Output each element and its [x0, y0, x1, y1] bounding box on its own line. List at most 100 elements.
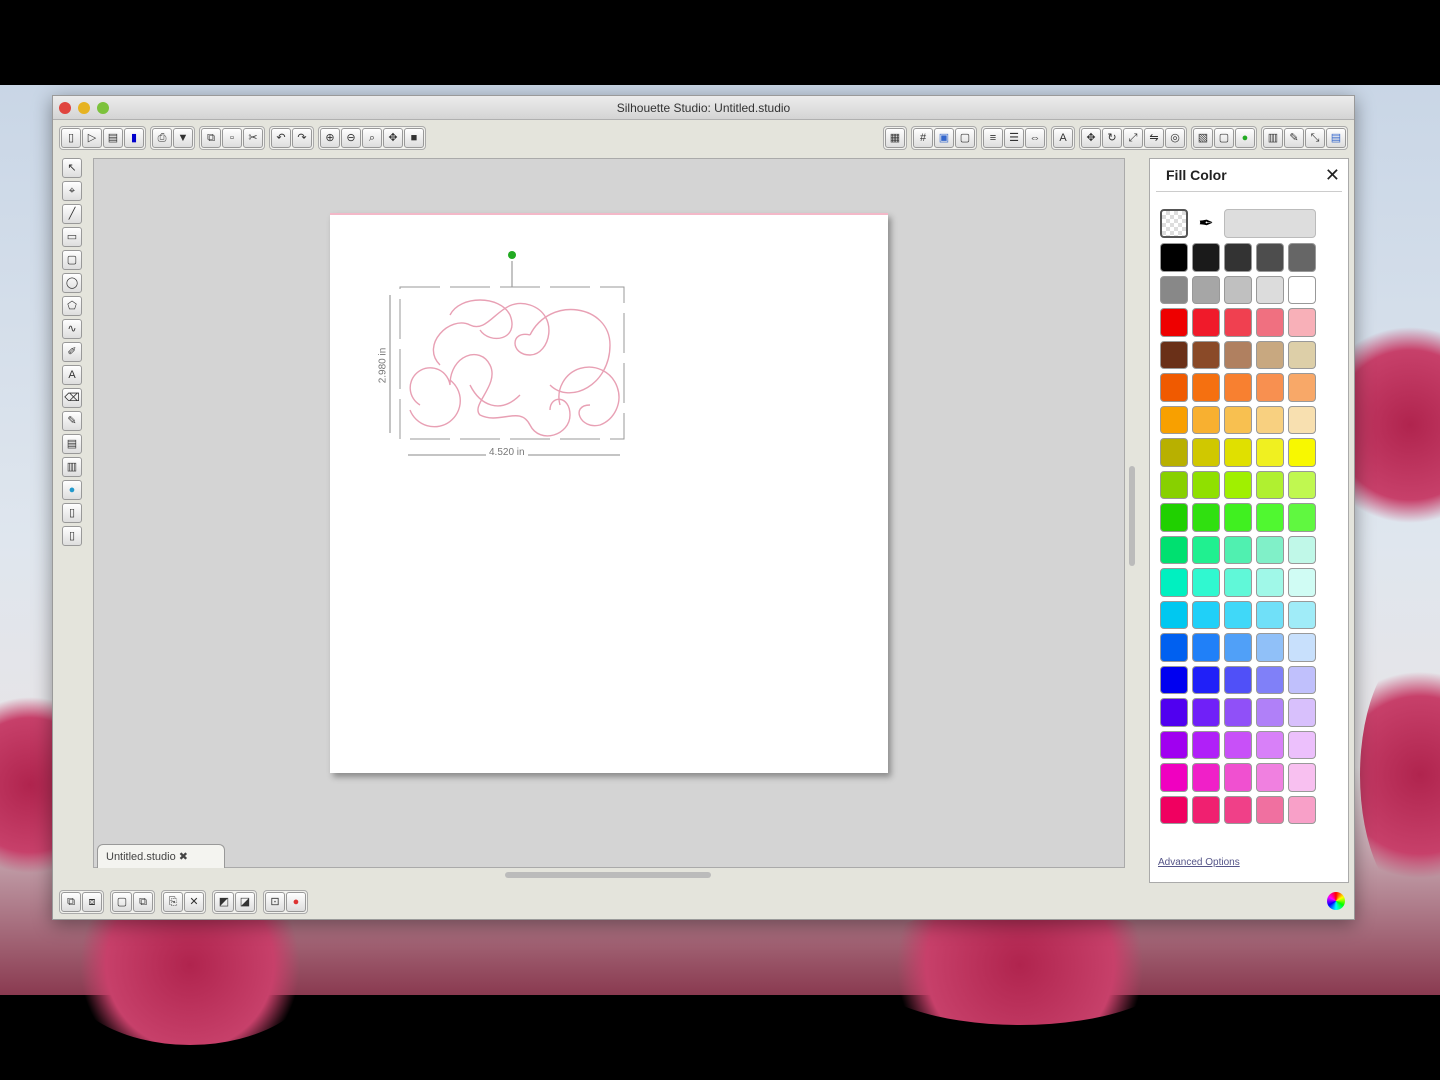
- color-swatch[interactable]: [1160, 730, 1188, 759]
- bring-front-icon[interactable]: ◩: [214, 892, 234, 912]
- color-swatch[interactable]: [1288, 373, 1316, 402]
- color-swatch[interactable]: [1192, 470, 1220, 499]
- zoom-out-icon[interactable]: ⊖: [341, 128, 361, 148]
- page-settings-icon[interactable]: ▦: [885, 128, 905, 148]
- color-swatch[interactable]: [1160, 405, 1188, 434]
- color-swatch[interactable]: [1160, 795, 1188, 824]
- color-swatch[interactable]: [1192, 633, 1220, 662]
- color-swatch[interactable]: [1256, 373, 1284, 402]
- color-swatch[interactable]: [1224, 373, 1252, 402]
- color-swatch[interactable]: [1288, 600, 1316, 629]
- save-as-icon[interactable]: ▮: [124, 128, 144, 148]
- color-swatch[interactable]: [1224, 470, 1252, 499]
- color-swatch[interactable]: [1160, 373, 1188, 402]
- delete-icon[interactable]: ✕: [184, 892, 204, 912]
- color-swatch[interactable]: [1256, 340, 1284, 369]
- rectangle-tool-icon[interactable]: ▭: [62, 227, 82, 247]
- mirror-icon[interactable]: ⇋: [1144, 128, 1164, 148]
- ungroup-icon[interactable]: ⧈: [82, 892, 102, 912]
- color-swatch[interactable]: [1288, 470, 1316, 499]
- send-back-icon[interactable]: ◪: [235, 892, 255, 912]
- group-icon[interactable]: ⧉: [61, 892, 81, 912]
- color-swatch[interactable]: [1192, 438, 1220, 467]
- color-swatch[interactable]: [1288, 730, 1316, 759]
- copy-icon[interactable]: ⧉: [201, 128, 221, 148]
- color-swatch[interactable]: [1160, 633, 1188, 662]
- fill-icon[interactable]: ▣: [934, 128, 954, 148]
- color-swatch[interactable]: [1192, 730, 1220, 759]
- color-swatch[interactable]: [1160, 763, 1188, 792]
- color-swatch[interactable]: [1288, 568, 1316, 597]
- cut-icon[interactable]: ✂: [243, 128, 263, 148]
- color-swatch[interactable]: [1288, 698, 1316, 727]
- color-swatch[interactable]: [1192, 763, 1220, 792]
- grid-icon[interactable]: #: [913, 128, 933, 148]
- eraser-tool-icon[interactable]: ⌫: [62, 388, 82, 408]
- color-swatch[interactable]: [1192, 665, 1220, 694]
- color-swatch[interactable]: [1256, 438, 1284, 467]
- color-swatch[interactable]: [1160, 568, 1188, 597]
- color-swatch[interactable]: [1160, 340, 1188, 369]
- align-icon[interactable]: ≡: [983, 128, 1003, 148]
- pen-icon[interactable]: ✎: [1284, 128, 1304, 148]
- color-swatch[interactable]: [1160, 243, 1188, 272]
- color-swatch[interactable]: [1224, 763, 1252, 792]
- select-tool-icon[interactable]: ↖: [62, 158, 82, 178]
- color-swatch[interactable]: [1224, 503, 1252, 532]
- offset-icon[interactable]: ◎: [1165, 128, 1185, 148]
- horizontal-scrollbar[interactable]: [505, 872, 711, 878]
- color-swatch[interactable]: [1288, 340, 1316, 369]
- color-swatch[interactable]: [1288, 308, 1316, 337]
- color-swatch[interactable]: [1160, 600, 1188, 629]
- color-swatch[interactable]: [1256, 243, 1284, 272]
- color-swatch[interactable]: [1192, 405, 1220, 434]
- color-swatch[interactable]: [1288, 438, 1316, 467]
- line-tool-icon[interactable]: ╱: [62, 204, 82, 224]
- panel-close-icon[interactable]: ✕: [1325, 165, 1340, 186]
- color-swatch[interactable]: [1256, 795, 1284, 824]
- color-swatch[interactable]: [1192, 568, 1220, 597]
- point-edit-icon[interactable]: ⌖: [62, 181, 82, 201]
- color-swatch[interactable]: [1224, 438, 1252, 467]
- color-swatch[interactable]: [1256, 600, 1284, 629]
- fullscreen-icon[interactable]: ⤡: [1305, 128, 1325, 148]
- replicate-icon[interactable]: ☰: [1004, 128, 1024, 148]
- color-swatch[interactable]: [1192, 535, 1220, 564]
- color-swatch[interactable]: [1160, 275, 1188, 304]
- color-swatch[interactable]: [1288, 503, 1316, 532]
- color-swatch[interactable]: [1192, 373, 1220, 402]
- design-selection[interactable]: [330, 215, 888, 775]
- store-icon[interactable]: ●: [1235, 128, 1255, 148]
- color-swatch[interactable]: [1256, 503, 1284, 532]
- curve-tool-icon[interactable]: ∿: [62, 319, 82, 339]
- advanced-options-link[interactable]: Advanced Options: [1158, 857, 1240, 868]
- text-style-icon[interactable]: A: [1053, 128, 1073, 148]
- color-swatch[interactable]: [1160, 503, 1188, 532]
- cut-view-icon[interactable]: ▯: [62, 526, 82, 546]
- design-canvas[interactable]: 4.520 in 2.980 in: [93, 158, 1125, 868]
- color-swatch[interactable]: [1256, 405, 1284, 434]
- library-icon[interactable]: ▢: [1214, 128, 1234, 148]
- rotate-icon[interactable]: ↻: [1102, 128, 1122, 148]
- color-swatch[interactable]: [1224, 405, 1252, 434]
- library-tool-icon[interactable]: ▥: [62, 457, 82, 477]
- color-swatch[interactable]: [1192, 503, 1220, 532]
- knife-tool-icon[interactable]: ✎: [62, 411, 82, 431]
- polygon-tool-icon[interactable]: ⬠: [62, 296, 82, 316]
- color-swatch[interactable]: [1192, 600, 1220, 629]
- color-swatch[interactable]: [1192, 243, 1220, 272]
- color-swatch[interactable]: [1224, 340, 1252, 369]
- color-swatch[interactable]: [1224, 308, 1252, 337]
- undo-icon[interactable]: ↶: [271, 128, 291, 148]
- color-swatch[interactable]: [1224, 600, 1252, 629]
- color-wheel-icon[interactable]: [1327, 892, 1345, 910]
- color-swatch[interactable]: [1160, 665, 1188, 694]
- weld-icon[interactable]: ⊡: [265, 892, 285, 912]
- color-swatch[interactable]: [1256, 763, 1284, 792]
- color-swatch[interactable]: [1288, 535, 1316, 564]
- color-swatch[interactable]: [1192, 698, 1220, 727]
- panel-icon[interactable]: ▤: [1326, 128, 1346, 148]
- ellipse-tool-icon[interactable]: ◯: [62, 273, 82, 293]
- color-swatch[interactable]: [1160, 535, 1188, 564]
- compound-icon[interactable]: ▢: [112, 892, 132, 912]
